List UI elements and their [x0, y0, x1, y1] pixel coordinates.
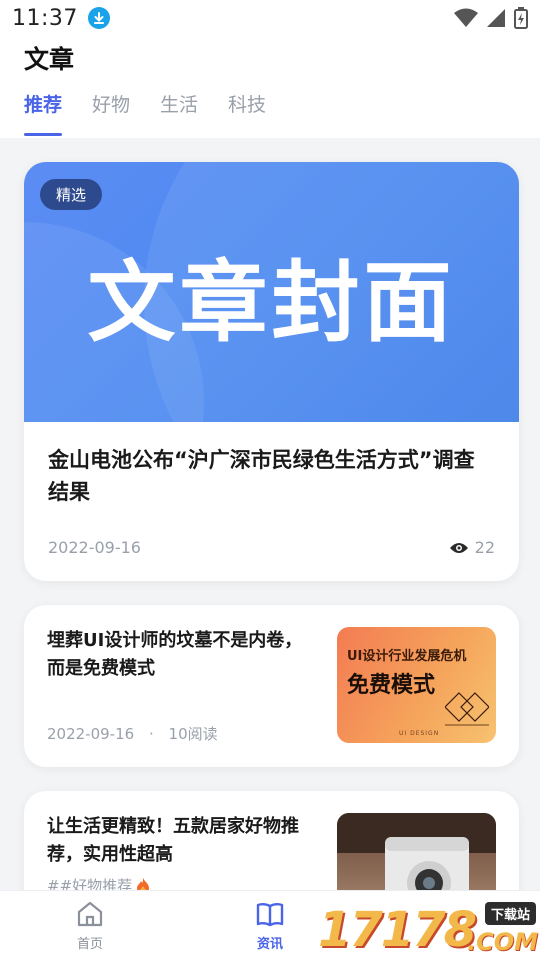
wifi-icon — [454, 8, 478, 27]
featured-badge: 精选 — [40, 179, 103, 210]
site-watermark: 17178 下载站 .COM — [318, 898, 540, 960]
book-icon — [256, 903, 284, 927]
battery-icon — [514, 7, 528, 29]
article-title: 让生活更精致！五款居家好物推荐，实用性超高 — [47, 816, 299, 865]
header: 文章 推荐 好物 生活 科技 — [0, 36, 540, 138]
thumbnail-title: 免费模式 — [347, 673, 436, 698]
tab-recommend[interactable]: 推荐 — [24, 90, 63, 136]
diamond-decoration — [445, 692, 489, 726]
thumbnail-caption: UI DESIGN — [399, 730, 440, 737]
article-title: 埋葬UI设计师的坟墓不是内卷，而是免费模式 — [47, 630, 303, 679]
view-count: 22 — [449, 538, 495, 557]
tab-tech[interactable]: 科技 — [228, 90, 266, 136]
nav-home-label: 首页 — [76, 937, 103, 952]
featured-meta: 2022-09-16 22 — [48, 538, 495, 557]
meta-separator: · — [148, 725, 154, 743]
view-count-value: 22 — [474, 538, 495, 557]
article-meta: 2022-09-16 · 10阅读 — [47, 723, 218, 744]
read-count: 10阅读 — [168, 725, 218, 743]
watermark-tag: 下载站 — [484, 902, 536, 925]
download-icon — [87, 7, 110, 29]
featured-article-card[interactable]: 文章封面 精选 金山电池公布“沪广深市民绿色生活方式”调查结果 2022-09-… — [24, 162, 519, 581]
cover-text: 文章封面 — [87, 251, 456, 354]
watermark-domain: .COM — [466, 928, 538, 956]
tab-life[interactable]: 生活 — [160, 90, 198, 136]
status-indicators — [454, 7, 528, 29]
eye-icon — [449, 542, 468, 553]
signal-icon — [487, 9, 505, 27]
article-thumbnail: UI设计行业发展危机 免费模式 UI DESIGN — [337, 627, 496, 743]
featured-title: 金山电池公布“沪广深市民绿色生活方式”调查结果 — [48, 448, 475, 504]
status-bar: 11:37 — [0, 0, 540, 36]
page-title: 文章 — [24, 45, 75, 74]
tab-goods[interactable]: 好物 — [92, 90, 130, 136]
status-time: 11:37 — [12, 5, 78, 31]
featured-cover-image: 文章封面 精选 — [24, 162, 519, 422]
featured-date: 2022-09-16 — [48, 538, 141, 557]
article-date: 2022-09-16 — [47, 725, 135, 743]
home-icon — [77, 901, 103, 927]
article-feed: 文章封面 精选 金山电池公布“沪广深市民绿色生活方式”调查结果 2022-09-… — [24, 162, 519, 953]
watermark-digits: 17178 — [318, 902, 477, 958]
nav-news-label: 资讯 — [256, 937, 283, 952]
article-card[interactable]: 埋葬UI设计师的坟墓不是内卷，而是免费模式 2022-09-16 · 10阅读 … — [24, 605, 519, 767]
nav-home[interactable]: 首页 — [0, 891, 180, 960]
category-tabs: 推荐 好物 生活 科技 — [24, 90, 266, 136]
thumbnail-subtitle: UI设计行业发展危机 — [347, 649, 467, 664]
